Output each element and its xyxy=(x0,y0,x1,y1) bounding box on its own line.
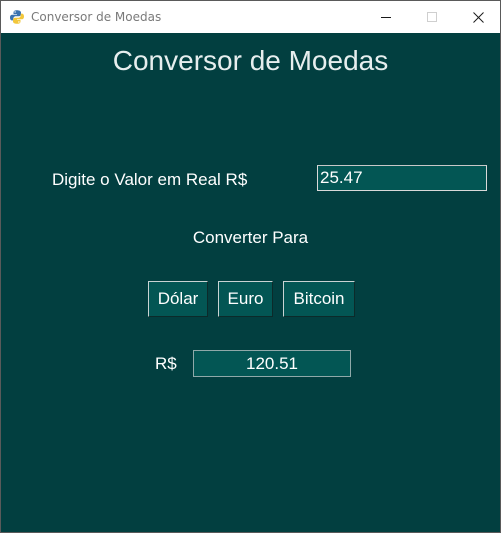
maximize-button[interactable] xyxy=(409,1,455,33)
minimize-button[interactable] xyxy=(363,1,409,33)
euro-button[interactable]: Euro xyxy=(218,281,273,317)
bitcoin-button[interactable]: Bitcoin xyxy=(283,281,355,317)
window-title: Conversor de Moedas xyxy=(31,10,162,24)
result-currency-label: R$ xyxy=(155,354,177,373)
page-title: Conversor de Moedas xyxy=(112,45,389,76)
python-icon xyxy=(10,10,24,24)
result-value: 120.51 xyxy=(193,350,351,377)
title-bar[interactable]: Conversor de Moedas xyxy=(1,0,500,33)
close-icon xyxy=(472,11,484,23)
main-content: Conversor de Moedas Digite o Valor em Re… xyxy=(1,33,500,532)
close-button[interactable] xyxy=(455,1,501,33)
dolar-button[interactable]: Dólar xyxy=(148,281,208,317)
value-input[interactable] xyxy=(317,165,487,191)
convert-to-label: Converter Para xyxy=(192,228,309,247)
value-input-label: Digite o Valor em Real R$ xyxy=(52,170,248,189)
minimize-icon xyxy=(381,17,391,18)
maximize-icon xyxy=(427,12,437,22)
app-window: Conversor de Moedas Conversor de Moedas … xyxy=(0,0,501,533)
